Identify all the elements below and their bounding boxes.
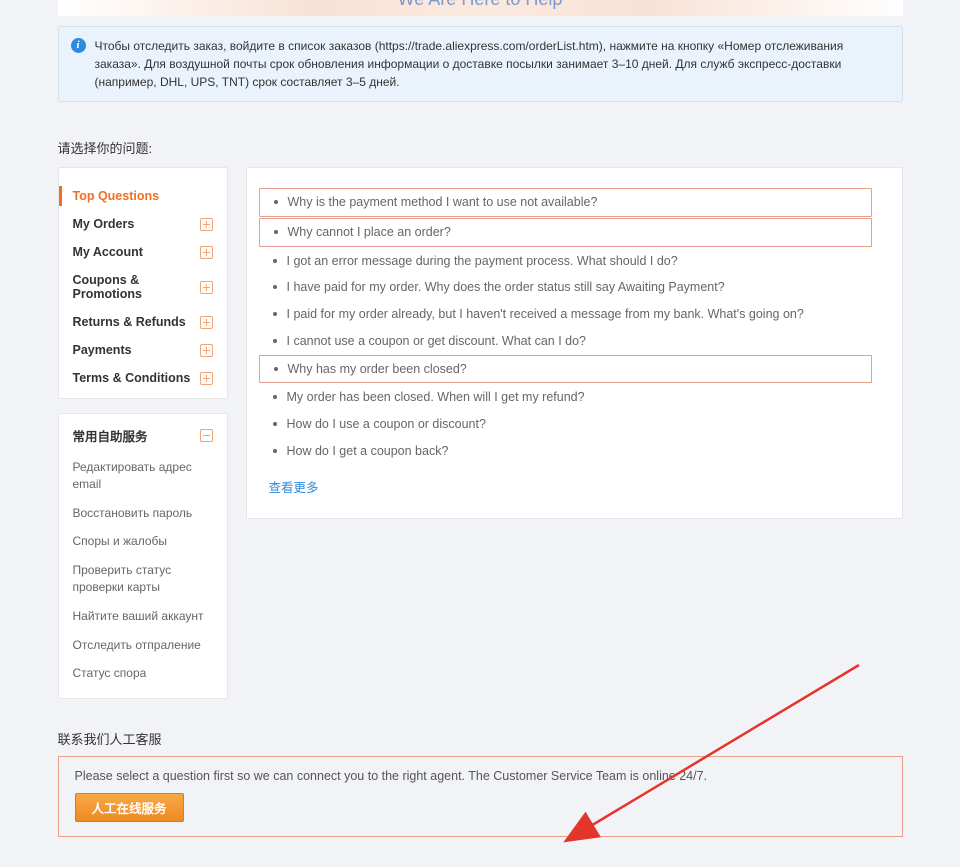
question-item-4[interactable]: I paid for my order already, but I haven… (259, 301, 872, 328)
contact-section: 联系我们人工客服 Please select a question first … (58, 729, 903, 867)
banner: We Are Here to Help (58, 0, 903, 16)
selfservice-item-0[interactable]: Редактировать адрес email (73, 453, 213, 499)
select-question-prompt: 请选择你的问题: (58, 138, 903, 157)
selfservice-item-3[interactable]: Проверить статус проверки карты (73, 556, 213, 602)
see-more-link[interactable]: 查看更多 (259, 465, 872, 498)
category-list: Top Questions My Orders My Account Coupons … (58, 167, 228, 399)
question-item-1[interactable]: Why cannot I place an order? (259, 218, 872, 247)
live-chat-button[interactable]: 人工在线服务 (75, 793, 184, 822)
category-label: Top Questions (73, 189, 160, 203)
category-label: Terms & Conditions (73, 371, 191, 385)
question-item-6[interactable]: Why has my order been closed? (259, 355, 872, 384)
question-item-9[interactable]: How do I get a coupon back? (259, 438, 872, 465)
contact-text: Please select a question first so we can… (75, 769, 886, 783)
banner-tagline: We Are Here to Help (398, 0, 563, 10)
category-item-3[interactable]: Coupons & Promotions (59, 266, 227, 308)
plus-icon[interactable] (200, 281, 213, 294)
question-list: Why is the payment method I want to use … (259, 188, 872, 465)
plus-icon[interactable] (200, 316, 213, 329)
selfservice-title-text: 常用自助服务 (73, 426, 148, 445)
main-content: Why is the payment method I want to use … (246, 167, 903, 519)
question-item-2[interactable]: I got an error message during the paymen… (259, 248, 872, 275)
info-icon: i (71, 38, 86, 53)
selfservice-card: 常用自助服务 Редактировать адрес emailВосстано… (58, 413, 228, 699)
category-item-4[interactable]: Returns & Refunds (59, 308, 227, 336)
question-item-5[interactable]: I cannot use a coupon or get discount. W… (259, 328, 872, 355)
category-label: Coupons & Promotions (73, 273, 200, 301)
category-label: Returns & Refunds (73, 315, 186, 329)
category-item-0[interactable]: Top Questions (59, 182, 227, 210)
selfservice-item-4[interactable]: Найтите ваший аккаунт (73, 602, 213, 631)
selfservice-title: 常用自助服务 (73, 426, 213, 445)
plus-icon[interactable] (200, 246, 213, 259)
notice-text: Чтобы отследить заказ, войдите в список … (95, 37, 890, 91)
category-label: Payments (73, 343, 132, 357)
plus-icon[interactable] (200, 372, 213, 385)
category-item-2[interactable]: My Account (59, 238, 227, 266)
category-item-6[interactable]: Terms & Conditions (59, 364, 227, 392)
contact-box: Please select a question first so we can… (58, 756, 903, 837)
question-item-3[interactable]: I have paid for my order. Why does the o… (259, 274, 872, 301)
sidebar: Top Questions My Orders My Account Coupons … (58, 167, 228, 699)
category-item-1[interactable]: My Orders (59, 210, 227, 238)
category-label: My Account (73, 245, 143, 259)
category-item-5[interactable]: Payments (59, 336, 227, 364)
plus-icon[interactable] (200, 218, 213, 231)
questions-card: Why is the payment method I want to use … (246, 167, 903, 519)
question-item-7[interactable]: My order has been closed. When will I ge… (259, 384, 872, 411)
question-item-0[interactable]: Why is the payment method I want to use … (259, 188, 872, 217)
selfservice-item-1[interactable]: Восстановить пароль (73, 499, 213, 528)
selfservice-item-6[interactable]: Статус спора (73, 659, 213, 688)
selfservice-item-5[interactable]: Отследить отпраление (73, 631, 213, 660)
question-item-8[interactable]: How do I use a coupon or discount? (259, 411, 872, 438)
plus-icon[interactable] (200, 344, 213, 357)
minus-icon[interactable] (200, 429, 213, 442)
contact-title: 联系我们人工客服 (58, 729, 903, 748)
tracking-notice: i Чтобы отследить заказ, войдите в списо… (58, 26, 903, 102)
selfservice-item-2[interactable]: Споры и жалобы (73, 527, 213, 556)
category-label: My Orders (73, 217, 135, 231)
